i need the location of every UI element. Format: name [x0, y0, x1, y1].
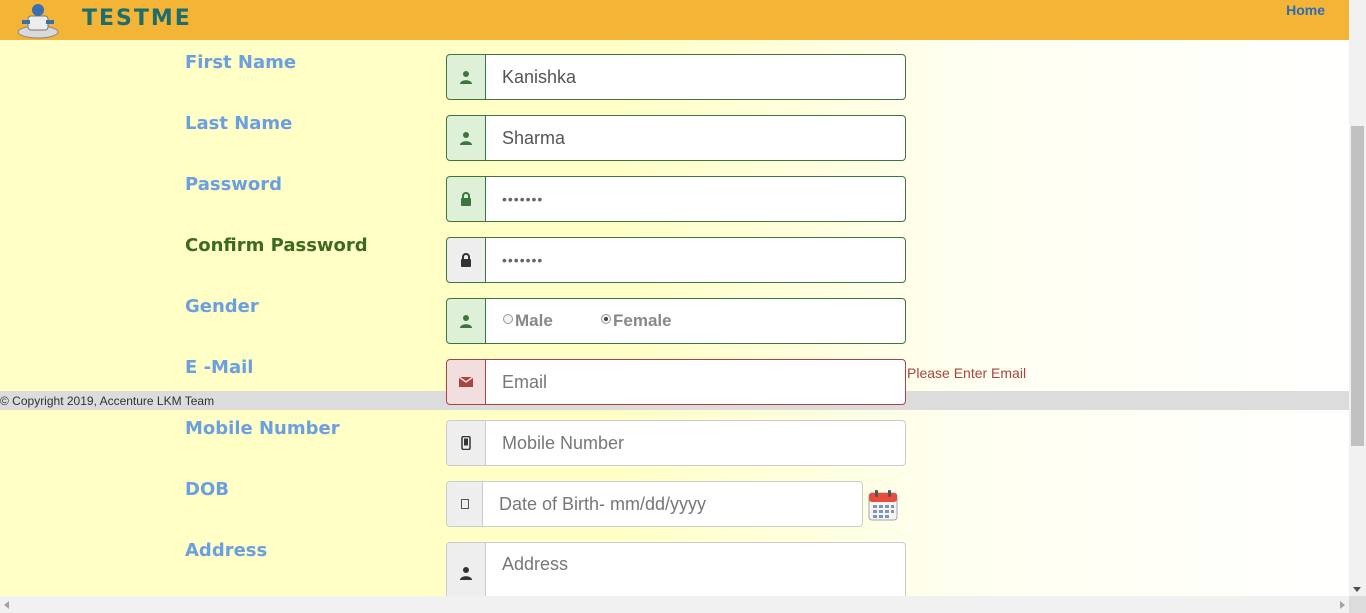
calendar-icon[interactable]	[868, 489, 898, 521]
confirm-password-label: Confirm Password	[185, 235, 368, 256]
last-name-row: Last Name	[0, 113, 1349, 161]
home-link[interactable]: Home	[1286, 2, 1325, 18]
user-icon	[446, 115, 486, 161]
email-row: E -Mail Please Enter Email	[0, 357, 1349, 405]
horizontal-scrollbar[interactable]	[0, 596, 1349, 613]
confirm-password-input[interactable]	[485, 237, 906, 283]
scroll-down-arrow-icon[interactable]	[1353, 587, 1361, 592]
scrollbar-thumb[interactable]	[1351, 126, 1364, 446]
last-name-label: Last Name	[185, 113, 293, 134]
scrollbar-corner	[1349, 596, 1366, 613]
email-input[interactable]	[485, 359, 906, 405]
male-radio[interactable]	[503, 314, 513, 324]
last-name-input[interactable]	[485, 115, 906, 161]
address-label: Address	[185, 540, 268, 561]
female-radio[interactable]	[601, 314, 611, 324]
password-row: Password	[0, 174, 1349, 222]
female-radio-label: Female	[613, 311, 672, 330]
user-icon	[446, 298, 486, 344]
first-name-label: First Name	[185, 52, 297, 73]
mobile-label: Mobile Number	[185, 418, 340, 439]
password-input[interactable]	[485, 176, 906, 222]
lock-icon	[446, 237, 486, 283]
male-radio-label: Male	[515, 311, 553, 330]
envelope-icon	[446, 359, 486, 405]
calendar-small-icon	[446, 481, 483, 527]
dob-input[interactable]	[482, 481, 863, 527]
vertical-scrollbar[interactable]	[1349, 0, 1366, 596]
dob-label: DOB	[185, 479, 229, 500]
logo-icon	[17, 4, 59, 39]
logo-text: TESTME	[82, 6, 192, 31]
lock-icon	[446, 176, 486, 222]
gender-label: Gender	[185, 296, 259, 317]
user-icon	[446, 54, 486, 100]
user-icon	[446, 542, 486, 604]
gender-row: Gender Male Female	[0, 296, 1349, 344]
scroll-right-arrow-icon[interactable]	[1340, 601, 1345, 609]
phone-icon	[446, 420, 486, 466]
mobile-input[interactable]	[485, 420, 906, 466]
dob-row: DOB	[0, 479, 1349, 527]
confirm-password-row: Confirm Password	[0, 235, 1349, 283]
scroll-left-arrow-icon[interactable]	[4, 601, 9, 609]
email-error-message: Please Enter Email	[907, 365, 1027, 381]
address-input[interactable]	[485, 542, 906, 602]
top-header: TESTME Home	[0, 0, 1349, 40]
gender-group: Male Female	[485, 298, 906, 344]
first-name-row: First Name	[0, 52, 1349, 100]
first-name-input[interactable]	[485, 54, 906, 100]
password-label: Password	[185, 174, 283, 195]
email-label: E -Mail	[185, 357, 254, 378]
mobile-row: Mobile Number	[0, 418, 1349, 466]
address-row: Address	[0, 540, 1349, 604]
